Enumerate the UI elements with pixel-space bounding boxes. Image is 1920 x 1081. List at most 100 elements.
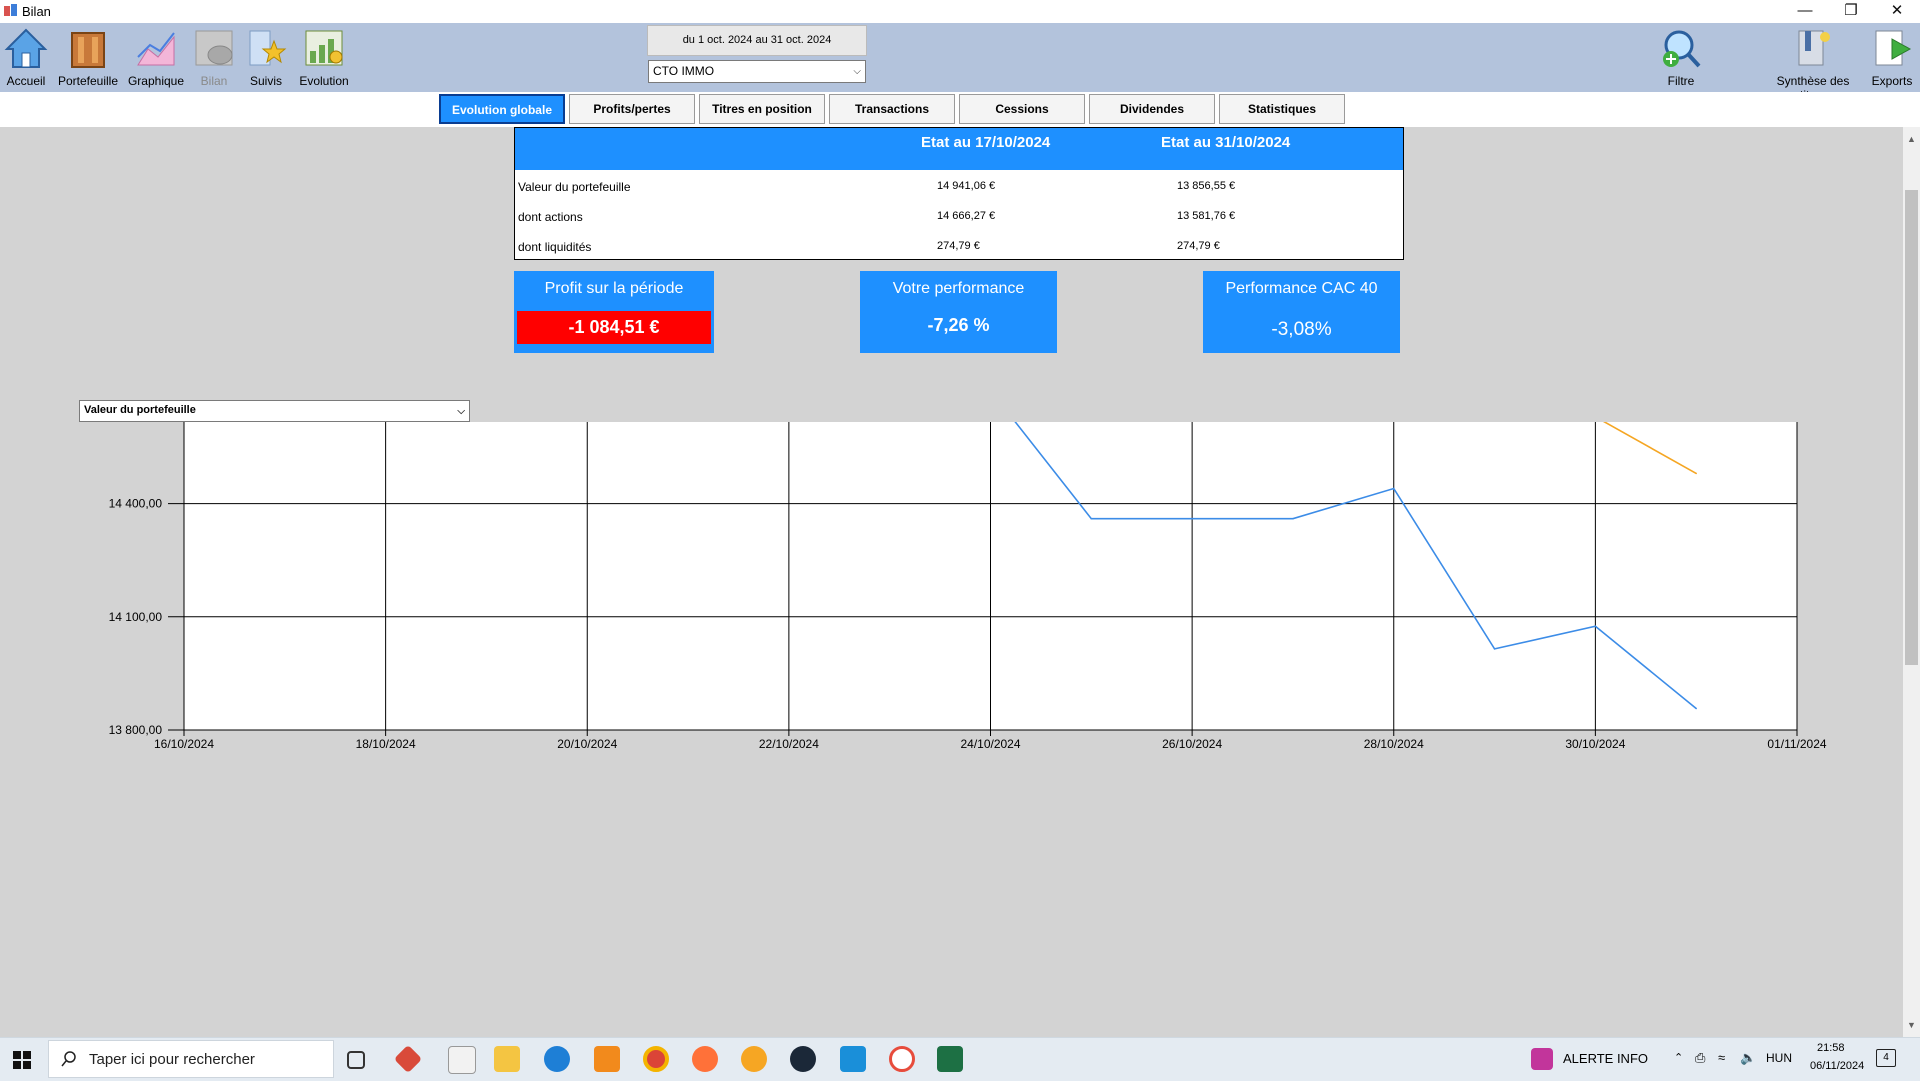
row-label: dont liquidités: [518, 240, 592, 254]
tab-titres-en-position[interactable]: Titres en position: [699, 94, 825, 124]
evolution-label: Evolution: [299, 74, 349, 88]
data-point: [1191, 517, 1193, 520]
edge-icon[interactable]: [544, 1046, 570, 1072]
x-tick-label: 22/10/2024: [759, 737, 819, 751]
export-arrow-icon: [1875, 30, 1912, 66]
app-orange-icon[interactable]: [741, 1046, 767, 1072]
y-tick-label: 13 800,00: [109, 723, 163, 737]
row-value-end: 13 856,55 €: [1177, 180, 1236, 192]
wifi-icon[interactable]: ≈: [1718, 1050, 1725, 1065]
restore-button[interactable]: ❐: [1828, 0, 1874, 23]
tab-dividendes[interactable]: Dividendes: [1089, 94, 1215, 124]
summary-table: Etat au 17/10/2024 Etat au 31/10/2024 Va…: [514, 127, 1404, 260]
chrome-icon[interactable]: [643, 1046, 669, 1072]
portfolio-select[interactable]: CTO IMMO ⌵: [648, 60, 866, 83]
firefox-icon[interactable]: [692, 1046, 718, 1072]
row-value-start: 274,79 €: [937, 240, 980, 252]
accueil-button[interactable]: Accueil: [2, 27, 50, 88]
home-icon: [4, 28, 48, 68]
summary-table-header: Etat au 17/10/2024 Etat au 31/10/2024: [515, 128, 1403, 170]
speaker-icon[interactable]: 🔈: [1740, 1050, 1756, 1066]
windows-taskbar: Taper ici pour rechercher ALERTE INFO ⌃ …: [0, 1037, 1920, 1081]
profit-card: Profit sur la période -1 084,51 €: [514, 271, 714, 353]
tab-transactions[interactable]: Transactions: [829, 94, 955, 124]
vlc-icon[interactable]: [594, 1046, 620, 1072]
accueil-label: Accueil: [6, 74, 46, 88]
clock-time[interactable]: 21:58: [1817, 1042, 1845, 1054]
app-paper-icon[interactable]: [448, 1046, 476, 1074]
date-range-display[interactable]: du 1 oct. 2024 au 31 oct. 2024: [647, 25, 867, 56]
vertical-scrollbar[interactable]: ▲ ▼: [1903, 127, 1920, 1037]
row-value-end: 274,79 €: [1177, 240, 1220, 252]
exports-button[interactable]: Exports: [1866, 27, 1918, 88]
window-title: Bilan: [22, 4, 51, 19]
minimize-button[interactable]: —: [1782, 0, 1828, 23]
cac40-card: Performance CAC 40 -3,08%: [1203, 271, 1400, 353]
tray-chevron-up-icon[interactable]: ⌃: [1674, 1051, 1683, 1064]
windows-start-icon[interactable]: [13, 1051, 31, 1069]
search-icon: [61, 1051, 76, 1067]
task-view-icon[interactable]: [347, 1051, 365, 1069]
x-tick-label: 28/10/2024: [1364, 737, 1424, 751]
x-tick-label: 24/10/2024: [960, 737, 1020, 751]
tab-statistiques[interactable]: Statistiques: [1219, 94, 1345, 124]
bilan-button[interactable]: Bilan: [190, 27, 238, 88]
balance-sheet-icon: [195, 30, 233, 66]
steam-icon[interactable]: [790, 1046, 816, 1072]
data-point: [1695, 707, 1697, 710]
star-bookmark-icon: [249, 30, 287, 66]
portefeuille-button[interactable]: Portefeuille: [54, 27, 122, 88]
filtre-button[interactable]: Filtre: [1654, 27, 1708, 88]
taskbar-search-box[interactable]: Taper ici pour rechercher: [48, 1040, 334, 1078]
app-icon: [4, 4, 17, 16]
tab-profits-pertes[interactable]: Profits/pertes: [569, 94, 695, 124]
scroll-down-arrow-icon[interactable]: ▼: [1903, 1017, 1920, 1033]
money-chart-icon: [305, 30, 343, 66]
data-point: [1090, 517, 1093, 520]
language-indicator[interactable]: HUN: [1766, 1051, 1792, 1065]
exports-label: Exports: [1871, 74, 1913, 88]
news-icon[interactable]: [1531, 1048, 1553, 1070]
portfolio-value-chart: 13 800,0014 100,0014 400,0014 700,0015 0…: [109, 157, 1827, 751]
tab-cessions[interactable]: Cessions: [959, 94, 1085, 124]
news-label[interactable]: ALERTE INFO: [1563, 1051, 1648, 1066]
notification-icon[interactable]: 4: [1876, 1049, 1896, 1067]
file-explorer-icon[interactable]: [494, 1046, 520, 1072]
performance-card-value: -7,26 %: [927, 315, 990, 335]
app-red-diamond-icon[interactable]: [393, 1044, 423, 1074]
x-tick-label: 16/10/2024: [154, 737, 214, 751]
magnifier-add-icon: [1663, 30, 1701, 68]
suivis-label: Suivis: [249, 74, 282, 88]
row-value-start: 14 941,06 €: [937, 180, 996, 192]
evolution-button[interactable]: Evolution: [294, 27, 354, 88]
x-tick-label: 18/10/2024: [356, 737, 416, 751]
table-row: Valeur du portefeuille 14 941,06 € 13 85…: [515, 177, 1403, 199]
chevron-down-icon: ⌵: [457, 406, 465, 417]
graphique-button[interactable]: Graphique: [126, 27, 186, 88]
graphique-label: Graphique: [127, 74, 185, 88]
clock-date[interactable]: 06/11/2024: [1810, 1060, 1864, 1072]
cac40-card-label: Performance CAC 40: [1225, 280, 1378, 297]
excel-icon[interactable]: [937, 1046, 963, 1072]
table-row: dont liquidités 274,79 € 274,79 €: [515, 237, 1403, 259]
main-toolbar: Accueil Portefeuille Graphique Bilan Sui…: [0, 23, 1920, 102]
synthese-titres-button[interactable]: Synthèse des titres: [1762, 27, 1864, 102]
chart-icon: [137, 32, 175, 66]
data-point: [1594, 625, 1597, 628]
content-area: Etat au 17/10/2024 Etat au 31/10/2024 Va…: [0, 127, 1903, 1037]
suivis-button[interactable]: Suivis: [242, 27, 290, 88]
data-point: [1695, 472, 1697, 475]
app-circle-icon[interactable]: [889, 1046, 915, 1072]
taskbar-search-placeholder: Taper ici pour rechercher: [89, 1051, 255, 1068]
close-button[interactable]: ✕: [1874, 0, 1920, 23]
tab-evolution-globale[interactable]: Evolution globale: [439, 94, 565, 124]
y-tick-label: 14 100,00: [109, 610, 163, 624]
row-label: dont actions: [518, 210, 583, 224]
app-blue-icon[interactable]: [840, 1046, 866, 1072]
scroll-up-arrow-icon[interactable]: ▲: [1903, 131, 1920, 147]
x-tick-label: 01/11/2024: [1767, 737, 1826, 751]
device-icon[interactable]: ⎙: [1695, 1050, 1705, 1066]
data-point: [1292, 517, 1294, 520]
scrollbar-thumb[interactable]: [1905, 190, 1918, 665]
chart-metric-select[interactable]: Valeur du portefeuille ⌵: [79, 400, 470, 422]
